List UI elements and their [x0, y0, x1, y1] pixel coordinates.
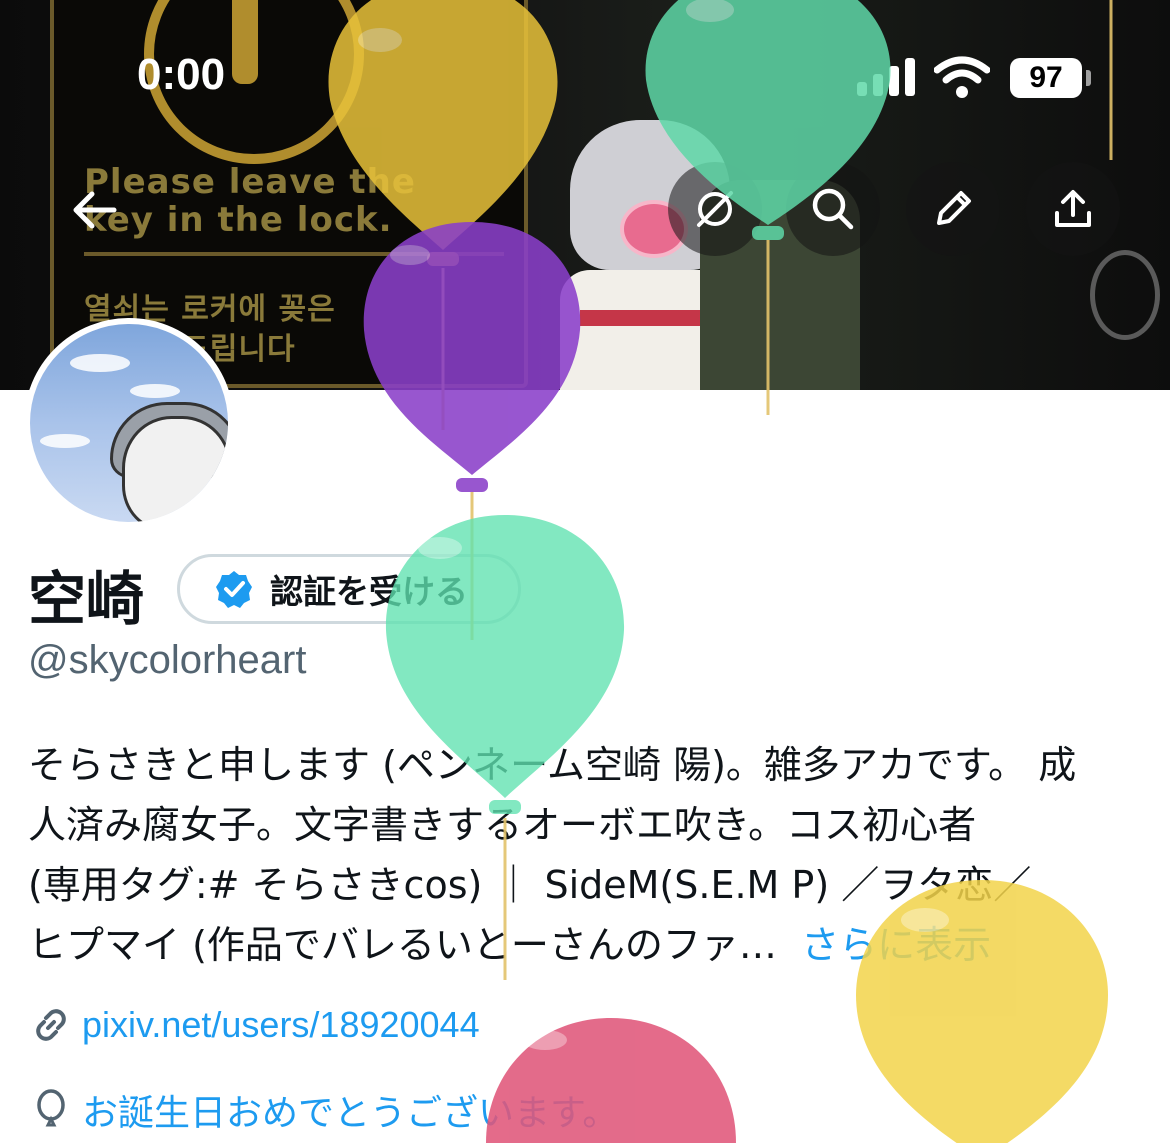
show-more-link[interactable]: さらに表示 [801, 923, 991, 967]
balloon-icon [37, 1089, 65, 1127]
profile-link-row: pixiv.net/users/18920044 [30, 1004, 480, 1046]
edit-button[interactable] [906, 162, 1000, 256]
bio-line-last: ヒプマイ (作品でバレるいとーさんのファ… さらに表示 [28, 915, 1138, 975]
sign-divider [84, 252, 504, 256]
birthday-row: お誕生日おめでとうございます。 [30, 1084, 618, 1136]
profile-link[interactable]: pixiv.net/users/18920044 [82, 1004, 480, 1046]
cellular-signal-icon [857, 58, 917, 96]
verified-badge-icon [216, 571, 252, 608]
battery-level: 97 [1010, 58, 1082, 98]
grok-icon [697, 191, 733, 227]
bio-line: (専用タグ:# そらさきcos) ｜ SideM(S.E.M P) ／ヲタ恋／ [28, 863, 1032, 907]
verify-label: 認証を受ける [270, 572, 468, 611]
wifi-icon [934, 56, 990, 98]
search-button[interactable] [786, 162, 880, 256]
exclamation-icon [232, 0, 258, 84]
bio-line: そらさきと申します (ペンネーム空崎 陽)。雑多アカです。 成 [28, 743, 1077, 787]
share-button[interactable] [1026, 162, 1120, 256]
profile-bio: そらさきと申します (ペンネーム空崎 陽)。雑多アカです。 成 人済み腐女子。文… [28, 735, 1138, 975]
pencil-icon [937, 191, 971, 225]
battery-cap [1086, 70, 1091, 86]
locker-keyhole-image [1090, 250, 1160, 340]
status-time: 0:00 [137, 50, 226, 99]
get-verified-button[interactable]: 認証を受ける [177, 554, 521, 624]
profile-avatar[interactable] [24, 318, 234, 528]
link-icon [36, 1009, 66, 1041]
arrow-left-icon[interactable] [66, 180, 126, 240]
grok-button[interactable] [668, 162, 762, 256]
sign-text-2: key in the lock. [84, 200, 393, 240]
share-icon [1055, 190, 1091, 227]
user-handle: @skycolorheart [28, 638, 307, 682]
display-name: 空崎 [28, 565, 145, 633]
birthday-message: お誕生日おめでとうございます。 [82, 1093, 619, 1134]
bio-line-text: ヒプマイ (作品でバレるいとーさんのファ… [28, 923, 777, 967]
bio-line: 人済み腐女子。文字書きするオーボエ吹き。コス初心者 [28, 803, 977, 847]
sign-text-1: Please leave the [84, 162, 416, 202]
avatar-character-face [122, 416, 228, 522]
search-icon [812, 188, 854, 230]
